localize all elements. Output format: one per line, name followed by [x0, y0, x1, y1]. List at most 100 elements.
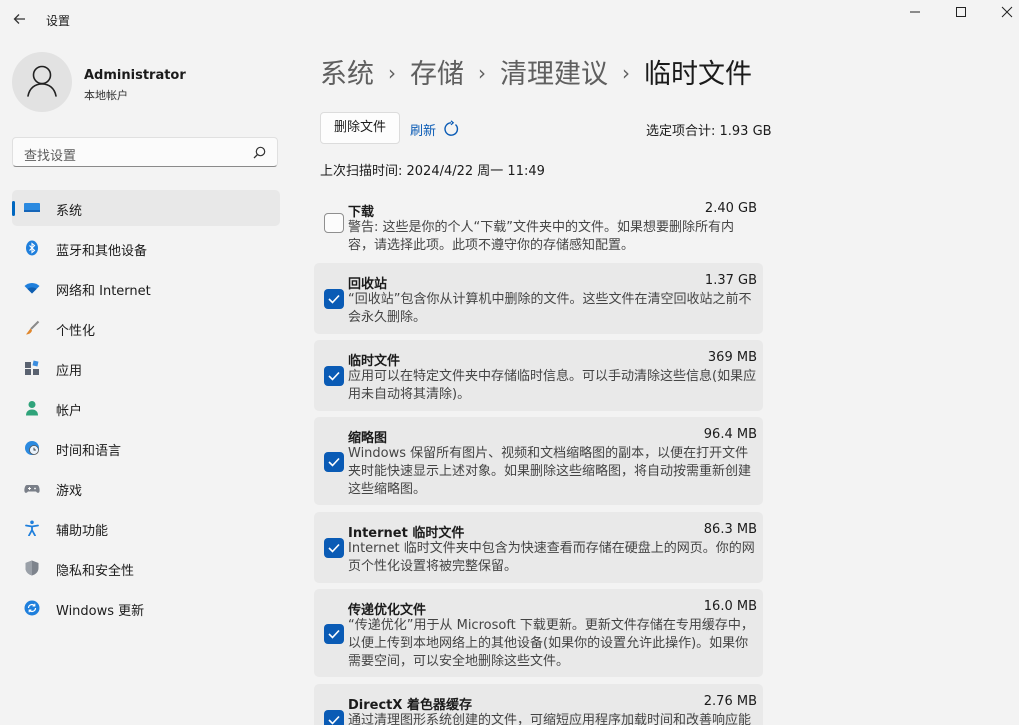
checkmark-icon — [324, 624, 344, 644]
minimize-button[interactable] — [892, 0, 938, 26]
sidebar-item-label: 帐户 — [56, 400, 82, 419]
person-icon — [24, 400, 40, 416]
title-bar: 设置 — [0, 0, 1019, 40]
sidebar-item-label: 隐私和安全性 — [56, 560, 134, 579]
refresh-link[interactable]: 刷新 — [410, 120, 436, 139]
item-description: 通过清理图形系统创建的文件，可缩短应用程序加载时间和改善响应能力。 — [348, 712, 758, 725]
sidebar-item-label: 应用 — [56, 360, 82, 379]
list-item: 回收站 1.37 GB “回收站”包含你从计算机中删除的文件。这些文件在清空回收… — [314, 263, 763, 334]
sidebar-item-time-language[interactable]: 时间和语言 — [12, 430, 280, 466]
sidebar-item-gaming[interactable]: 游戏 — [12, 470, 280, 506]
checkbox[interactable] — [324, 710, 344, 725]
item-title: 回收站 — [348, 273, 387, 292]
maximize-button[interactable] — [938, 0, 984, 26]
chevron-right-icon: › — [622, 61, 630, 85]
accessibility-icon — [24, 520, 40, 536]
item-title: DirectX 着色器缓存 — [348, 694, 472, 713]
checkmark-icon — [324, 452, 344, 472]
item-size: 16.0 MB — [704, 599, 757, 614]
sidebar-item-label: 系统 — [56, 200, 82, 219]
item-title: 传递优化文件 — [348, 599, 426, 618]
item-description: Internet 临时文件夹中包含为快速查看而存储在硬盘上的网页。你的网页个性化… — [348, 540, 758, 576]
item-description: 应用可以在特定文件夹中存储临时信息。可以手动清除这些信息(如果应用未自动将其清除… — [348, 368, 758, 404]
apps-icon — [24, 360, 40, 376]
minimize-icon — [892, 0, 938, 26]
checkbox[interactable] — [324, 538, 344, 558]
list-item: 临时文件 369 MB 应用可以在特定文件夹中存储临时信息。可以手动清除这些信息… — [314, 340, 763, 411]
checkbox[interactable] — [324, 452, 344, 472]
sidebar-item-system[interactable]: 系统 — [12, 190, 280, 226]
checkbox[interactable] — [324, 289, 344, 309]
breadcrumb-cleanup-recommendations[interactable]: 清理建议 — [500, 59, 608, 90]
profile-name: Administrator — [84, 68, 186, 83]
breadcrumb-storage[interactable]: 存储 — [410, 59, 464, 90]
close-button[interactable] — [984, 0, 1019, 26]
sidebar-item-privacy-security[interactable]: 隐私和安全性 — [12, 550, 280, 586]
user-icon — [12, 52, 72, 112]
breadcrumb-system[interactable]: 系统 — [320, 59, 374, 90]
checkmark-icon — [324, 710, 344, 725]
list-item: 下载 2.40 GB 警告: 这些是你的个人“下载”文件夹中的文件。如果想要删除… — [314, 191, 763, 255]
maximize-icon — [938, 0, 984, 26]
item-description: “传递优化”用于从 Microsoft 下载更新。更新文件存储在专用缓存中，以便… — [348, 617, 758, 671]
item-title: 临时文件 — [348, 350, 400, 369]
item-size: 2.40 GB — [705, 201, 757, 216]
system-monitor-icon — [24, 200, 40, 216]
close-icon — [984, 0, 1019, 26]
delete-files-button[interactable]: 删除文件 — [320, 112, 400, 144]
back-arrow-icon — [10, 9, 30, 29]
sidebar-item-label: 个性化 — [56, 320, 95, 339]
sidebar-item-bluetooth[interactable]: 蓝牙和其他设备 — [12, 230, 280, 266]
checkmark-icon — [324, 289, 344, 309]
last-scan-time: 上次扫描时间: 2024/4/22 周一 11:49 — [320, 160, 545, 179]
search-input[interactable]: 查找设置 — [12, 137, 278, 167]
sidebar-item-personalization[interactable]: 个性化 — [12, 310, 280, 346]
list-item: 传递优化文件 16.0 MB “传递优化”用于从 Microsoft 下载更新。… — [314, 589, 763, 677]
sidebar-item-label: 游戏 — [56, 480, 82, 499]
wifi-icon — [24, 280, 40, 296]
chevron-right-icon: › — [388, 61, 396, 85]
checkbox[interactable] — [324, 624, 344, 644]
item-size: 369 MB — [708, 350, 757, 365]
app-title: 设置 — [46, 12, 70, 29]
back-button[interactable] — [10, 9, 30, 29]
item-title: 缩略图 — [348, 427, 387, 446]
gamepad-icon — [24, 480, 40, 496]
update-icon — [24, 600, 40, 616]
sidebar-item-label: 辅助功能 — [56, 520, 108, 539]
item-size: 96.4 MB — [704, 427, 757, 442]
item-description: “回收站”包含你从计算机中删除的文件。这些文件在清空回收站之前不会永久删除。 — [348, 291, 758, 327]
breadcrumb: 系统›存储›清理建议›临时文件 — [320, 52, 752, 91]
sidebar-item-network[interactable]: 网络和 Internet — [12, 270, 280, 306]
chevron-right-icon: › — [478, 61, 486, 85]
checkbox[interactable] — [324, 213, 344, 233]
sidebar-item-apps[interactable]: 应用 — [12, 350, 280, 386]
item-size: 1.37 GB — [705, 273, 757, 288]
checkmark-icon — [324, 538, 344, 558]
item-title: 下载 — [348, 201, 374, 220]
search-icon[interactable] — [252, 145, 267, 160]
search-placeholder: 查找设置 — [24, 145, 76, 164]
sidebar-nav: 系统 蓝牙和其他设备 网络和 Internet 个性化 应用 帐户 时间和语言 … — [12, 190, 280, 630]
checkmark-icon — [324, 366, 344, 386]
sidebar-item-accessibility[interactable]: 辅助功能 — [12, 510, 280, 546]
selected-total-size: 选定项合计: 1.93 GB — [646, 120, 772, 139]
refresh-icon[interactable] — [442, 120, 460, 138]
avatar — [12, 52, 72, 112]
globe-clock-icon — [24, 440, 40, 456]
item-title: Internet 临时文件 — [348, 522, 464, 541]
list-item: 缩略图 96.4 MB Windows 保留所有图片、视频和文档缩略图的副本，以… — [314, 417, 763, 505]
sidebar-item-label: 蓝牙和其他设备 — [56, 240, 147, 259]
checkbox[interactable] — [324, 366, 344, 386]
sidebar-item-label: 时间和语言 — [56, 440, 121, 459]
item-description: 警告: 这些是你的个人“下载”文件夹中的文件。如果想要删除所有内容，请选择此项。… — [348, 219, 758, 255]
brush-icon — [24, 320, 40, 336]
shield-icon — [24, 560, 40, 576]
sidebar-item-windows-update[interactable]: Windows 更新 — [12, 590, 280, 626]
sidebar-item-label: Windows 更新 — [56, 600, 144, 619]
list-item: Internet 临时文件 86.3 MB Internet 临时文件夹中包含为… — [314, 512, 763, 583]
item-size: 2.76 MB — [704, 694, 757, 709]
sidebar-item-label: 网络和 Internet — [56, 280, 151, 299]
sidebar-item-accounts[interactable]: 帐户 — [12, 390, 280, 426]
user-profile[interactable]: Administrator 本地帐户 — [12, 52, 282, 114]
